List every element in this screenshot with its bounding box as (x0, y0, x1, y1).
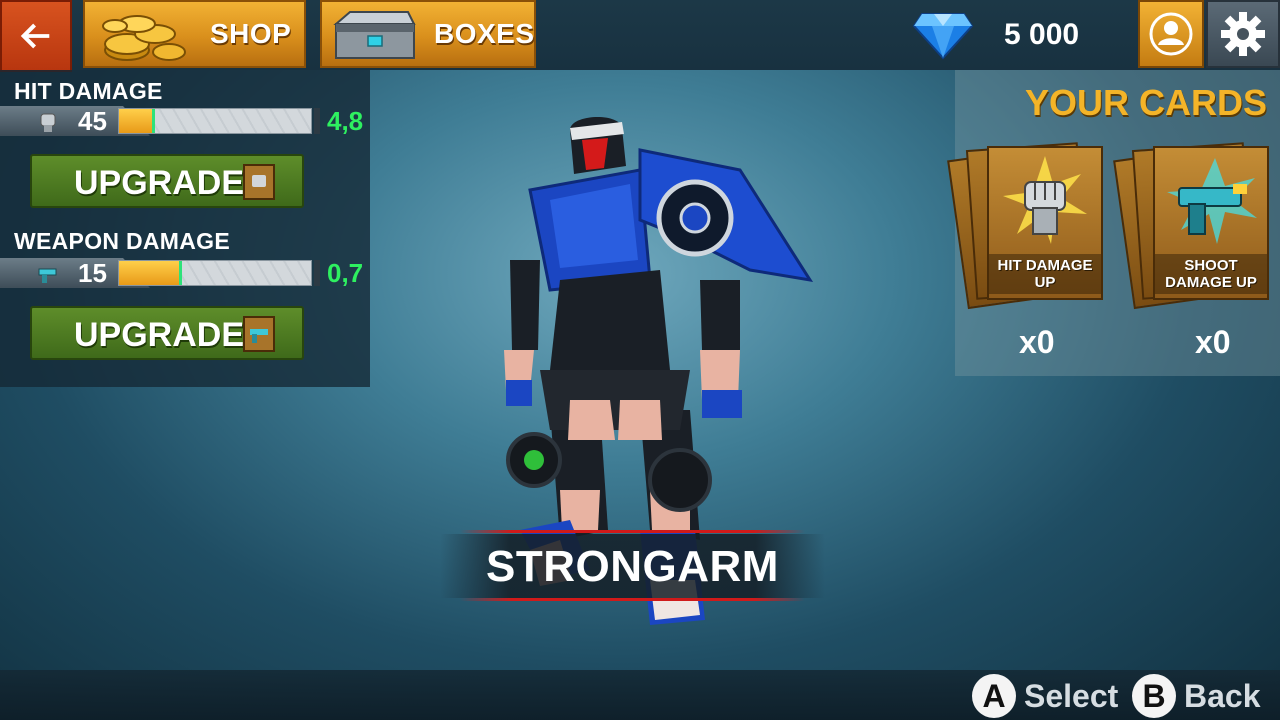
b-button-icon: B (1132, 674, 1176, 718)
weapon-damage-bar: 15 (0, 258, 320, 288)
gem-count: 5 000 (1004, 18, 1080, 51)
shop-label: SHOP (210, 18, 292, 49)
hit-damage-track (118, 108, 312, 134)
upgrade-label: UPGRADE (74, 164, 245, 202)
weapon-damage-fill (119, 261, 183, 285)
hit-damage-bonus: 4,8 (327, 106, 364, 136)
card-hit-damage-up[interactable]: HIT DAMAGE UP (947, 130, 1107, 310)
user-icon (1149, 12, 1193, 56)
weapon-damage-track (118, 260, 312, 286)
upgrade-label: UPGRADE (74, 316, 245, 354)
name-plate-bottom-line (460, 598, 805, 601)
top-bar: SHOP BOXES 5 000 (0, 0, 1280, 72)
card-count-hit-damage-up: x0 (1019, 324, 1055, 360)
weapon-damage-title: WEAPON DAMAGE (14, 228, 231, 254)
card-face: SHOOT DAMAGE UP (1153, 146, 1269, 300)
coins-icon (102, 15, 186, 61)
card-label: SHOOT DAMAGE UP (1155, 254, 1267, 294)
weapon-damage-bar-end (314, 260, 320, 286)
gear-icon (1221, 12, 1265, 56)
shop-button[interactable]: SHOP (83, 0, 306, 68)
hit-damage-fill (119, 109, 156, 133)
cards-panel: YOUR CARDS HIT DAMAGE UP x0 SHOOT DAMAGE… (947, 70, 1280, 376)
hit-damage-title: HIT DAMAGE (14, 78, 163, 104)
chest-icon (333, 11, 416, 59)
gem-icon (912, 13, 974, 60)
profile-button[interactable] (1138, 0, 1204, 68)
select-label: Select (1024, 677, 1119, 714)
gun-icon (38, 268, 57, 283)
hit-damage-value: 45 (78, 106, 107, 136)
weapon-damage-bonus: 0,7 (327, 258, 364, 288)
select-hint[interactable]: A Select (972, 674, 1118, 718)
gun-card-icon (1167, 158, 1257, 244)
bottom-bar: A Select B Back (0, 670, 1280, 720)
robot-name-plate: STRONGARM (440, 528, 825, 604)
gun-card-icon (243, 316, 275, 352)
back-label: Back (1184, 677, 1261, 714)
weapon-damage-value: 15 (78, 258, 107, 288)
upgrade-hit-damage-button[interactable]: UPGRADE (30, 154, 304, 208)
card-label: HIT DAMAGE UP (989, 254, 1101, 294)
fist-card-icon (243, 164, 275, 200)
hit-damage-bar: 45 (0, 106, 320, 136)
card-face: HIT DAMAGE UP (987, 146, 1103, 300)
a-button-icon: A (972, 674, 1016, 718)
upgrade-weapon-damage-button[interactable]: UPGRADE (30, 306, 304, 360)
fist-card-icon (1003, 156, 1087, 244)
back-button[interactable] (0, 0, 72, 72)
cards-title: YOUR CARDS (1025, 82, 1268, 123)
card-shoot-damage-up[interactable]: SHOOT DAMAGE UP (1113, 130, 1273, 310)
back-hint[interactable]: B Back (1132, 674, 1261, 718)
card-count-shoot-damage-up: x0 (1195, 324, 1231, 360)
robot-name: STRONGARM (486, 542, 779, 591)
settings-button[interactable] (1206, 0, 1280, 68)
hit-damage-bar-end (314, 108, 320, 134)
boxes-button[interactable]: BOXES (320, 0, 536, 68)
stats-panel: HIT DAMAGE 45 4,8 UPGRADE WEAPON DAMAGE … (0, 70, 370, 387)
fist-icon (40, 113, 56, 132)
boxes-label: BOXES (434, 18, 535, 49)
name-plate-top-line (460, 530, 805, 533)
arrow-left-icon (20, 23, 50, 49)
